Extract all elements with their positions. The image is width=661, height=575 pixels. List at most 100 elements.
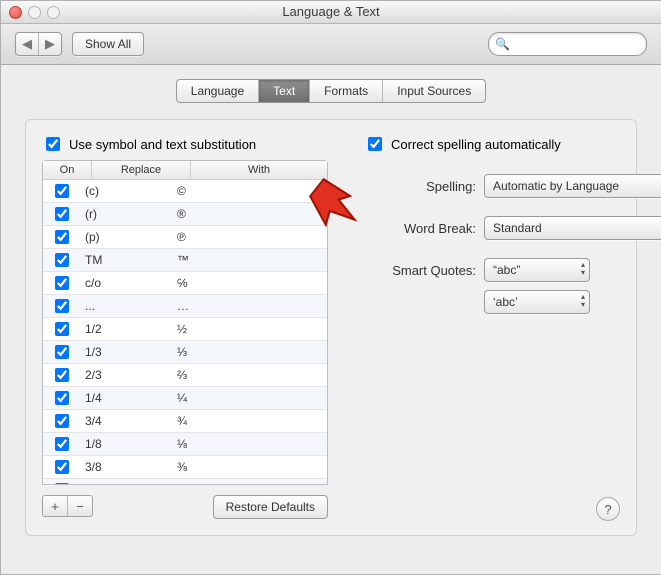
tab-formats[interactable]: Formats <box>309 80 382 102</box>
tab-language[interactable]: Language <box>177 80 258 102</box>
word-break-row: Word Break: Standard ▴▾ <box>364 216 661 240</box>
row-with-cell[interactable]: ¼ <box>171 391 327 405</box>
row-checkbox[interactable] <box>55 368 69 382</box>
row-with-cell[interactable]: ¾ <box>171 414 327 428</box>
col-with[interactable]: With <box>191 161 327 179</box>
row-checkbox[interactable] <box>55 207 69 221</box>
substitution-table: On Replace With (c)©(r)®(p)℗TM™c/o℅...…1… <box>42 160 328 485</box>
minimize-icon[interactable] <box>28 6 41 19</box>
col-replace[interactable]: Replace <box>92 161 191 179</box>
row-checkbox[interactable] <box>55 230 69 244</box>
smart-quotes-single-select[interactable]: ‘abc’ ▴▾ <box>484 290 590 314</box>
row-checkbox[interactable] <box>55 322 69 336</box>
table-row[interactable]: (p)℗ <box>43 226 327 249</box>
row-with-cell[interactable]: ⅓ <box>171 345 327 359</box>
row-with-cell[interactable]: ⅛ <box>171 437 327 451</box>
group-box: Use symbol and text substitution On Repl… <box>25 119 637 536</box>
table-row[interactable]: 1/4¼ <box>43 387 327 410</box>
table-row[interactable]: 1/2½ <box>43 318 327 341</box>
row-checkbox[interactable] <box>55 414 69 428</box>
substitution-checkbox-input[interactable] <box>46 137 60 151</box>
forward-button[interactable]: ▶ <box>38 33 61 55</box>
word-break-select[interactable]: Standard ▴▾ <box>484 216 661 240</box>
col-on[interactable]: On <box>43 161 92 179</box>
add-button[interactable]: + <box>43 496 67 516</box>
correct-spelling-label: Correct spelling automatically <box>391 137 561 152</box>
smart-quotes-double-select[interactable]: “abc” ▴▾ <box>484 258 590 282</box>
search-field[interactable]: 🔍 ✕ <box>488 32 647 56</box>
row-checkbox[interactable] <box>55 391 69 405</box>
row-with-cell[interactable]: ⅝ <box>171 483 327 484</box>
row-replace-cell[interactable]: c/o <box>79 276 171 290</box>
close-icon[interactable] <box>9 6 22 19</box>
row-replace-cell[interactable]: 3/8 <box>79 460 171 474</box>
chevron-updown-icon: ▴▾ <box>581 261 585 277</box>
row-replace-cell[interactable]: (c) <box>79 184 171 198</box>
row-on-cell <box>43 204 79 224</box>
row-with-cell[interactable]: ℅ <box>171 276 327 290</box>
remove-button[interactable]: − <box>67 496 92 516</box>
correct-spelling-input[interactable] <box>368 137 382 151</box>
row-checkbox[interactable] <box>55 253 69 267</box>
table-row[interactable]: 2/3⅔ <box>43 364 327 387</box>
show-all-button[interactable]: Show All <box>72 32 144 56</box>
spelling-select[interactable]: Automatic by Language ▴▾ <box>484 174 661 198</box>
tab-bar: LanguageTextFormatsInput Sources <box>25 79 637 103</box>
row-on-cell <box>43 342 79 362</box>
row-replace-cell[interactable]: 1/3 <box>79 345 171 359</box>
row-with-cell[interactable]: © <box>171 184 327 198</box>
row-on-cell <box>43 273 79 293</box>
table-row[interactable]: 3/4¾ <box>43 410 327 433</box>
row-on-cell <box>43 434 79 454</box>
row-on-cell <box>43 480 79 484</box>
row-checkbox[interactable] <box>55 276 69 290</box>
row-on-cell <box>43 319 79 339</box>
correct-spelling-checkbox[interactable]: Correct spelling automatically <box>364 134 661 154</box>
row-with-cell[interactable]: ℗ <box>171 230 327 244</box>
row-checkbox[interactable] <box>55 483 69 484</box>
table-row[interactable]: (r)® <box>43 203 327 226</box>
table-row[interactable]: (c)© <box>43 180 327 203</box>
row-replace-cell[interactable]: (r) <box>79 207 171 221</box>
row-checkbox[interactable] <box>55 184 69 198</box>
chevron-updown-icon: ▴▾ <box>581 293 585 309</box>
row-on-cell <box>43 227 79 247</box>
substitution-checkbox[interactable]: Use symbol and text substitution <box>42 134 328 154</box>
row-replace-cell[interactable]: 3/4 <box>79 414 171 428</box>
row-replace-cell[interactable]: 5/8 <box>79 483 171 484</box>
row-with-cell[interactable]: ⅜ <box>171 460 327 474</box>
table-row[interactable]: 1/8⅛ <box>43 433 327 456</box>
row-replace-cell[interactable]: 1/8 <box>79 437 171 451</box>
row-replace-cell[interactable]: 1/2 <box>79 322 171 336</box>
table-row[interactable]: 5/8⅝ <box>43 479 327 484</box>
row-checkbox[interactable] <box>55 345 69 359</box>
table-row[interactable]: TM™ <box>43 249 327 272</box>
smart-quotes-single-row: ‘abc’ ▴▾ <box>364 290 661 314</box>
table-row[interactable]: c/o℅ <box>43 272 327 295</box>
restore-defaults-button[interactable]: Restore Defaults <box>213 495 328 519</box>
table-row[interactable]: 1/3⅓ <box>43 341 327 364</box>
table-row[interactable]: 3/8⅜ <box>43 456 327 479</box>
row-with-cell[interactable]: ™ <box>171 253 327 267</box>
tab-input-sources[interactable]: Input Sources <box>382 80 485 102</box>
row-replace-cell[interactable]: ... <box>79 299 171 313</box>
back-button[interactable]: ◀ <box>16 33 38 55</box>
row-with-cell[interactable]: ® <box>171 207 327 221</box>
tab-text[interactable]: Text <box>258 80 309 102</box>
table-row[interactable]: ...… <box>43 295 327 318</box>
row-replace-cell[interactable]: TM <box>79 253 171 267</box>
row-with-cell[interactable]: ⅔ <box>171 368 327 382</box>
row-replace-cell[interactable]: (p) <box>79 230 171 244</box>
help-button[interactable]: ? <box>596 497 620 521</box>
row-checkbox[interactable] <box>55 299 69 313</box>
zoom-icon[interactable] <box>47 6 60 19</box>
row-with-cell[interactable]: ½ <box>171 322 327 336</box>
row-replace-cell[interactable]: 2/3 <box>79 368 171 382</box>
row-with-cell[interactable]: … <box>171 299 327 313</box>
row-replace-cell[interactable]: 1/4 <box>79 391 171 405</box>
row-checkbox[interactable] <box>55 437 69 451</box>
smart-quotes-double-value: “abc” <box>493 263 520 277</box>
row-checkbox[interactable] <box>55 460 69 474</box>
search-input[interactable] <box>513 36 661 52</box>
row-on-cell <box>43 365 79 385</box>
